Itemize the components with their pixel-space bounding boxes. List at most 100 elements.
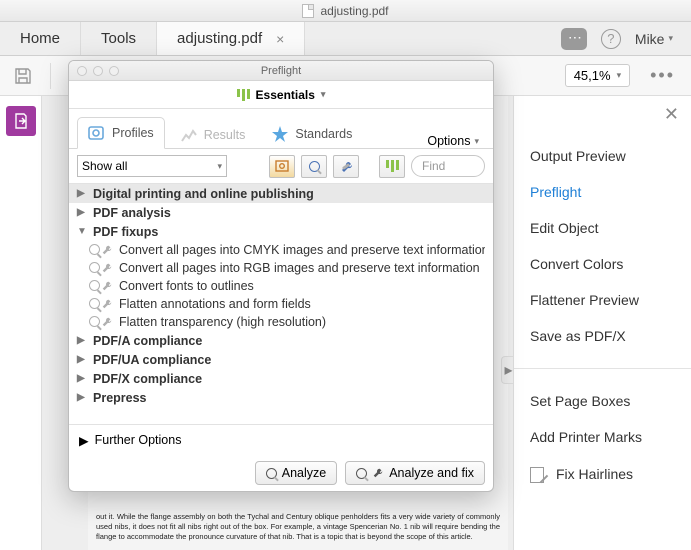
tool-convert-colors[interactable]: Convert Colors xyxy=(530,256,675,272)
tool-set-page-boxes[interactable]: Set Page Boxes xyxy=(530,393,675,409)
user-name: Mike xyxy=(635,31,665,47)
tree-group-label: Prepress xyxy=(93,391,147,405)
tab-home[interactable]: Home xyxy=(0,22,81,55)
tool-fix-hairlines-label: Fix Hairlines xyxy=(556,466,633,482)
document-text: out it. While the flange assembly on bot… xyxy=(96,512,500,542)
filter-checks-icon[interactable] xyxy=(301,155,327,178)
comment-icon[interactable] xyxy=(561,28,587,50)
tree-fixup-label: Convert fonts to outlines xyxy=(119,279,254,293)
fix-hairlines-icon xyxy=(530,465,548,483)
tree-fixup-item[interactable]: Convert fonts to outlines xyxy=(69,277,493,295)
options-label: Options xyxy=(427,134,470,148)
chevron-down-icon: ▼ xyxy=(77,226,87,237)
profile-tree[interactable]: ▶Digital printing and online publishing▶… xyxy=(69,183,493,425)
chevron-right-icon: ▶ xyxy=(79,433,89,448)
further-options-toggle[interactable]: ▶ Further Options xyxy=(69,425,493,455)
find-input[interactable]: Find xyxy=(411,155,485,177)
tree-group[interactable]: ▼ PDF fixups xyxy=(69,222,493,241)
divider xyxy=(514,368,691,369)
further-options-label: Further Options xyxy=(95,433,182,447)
wrench-icon xyxy=(340,160,352,172)
tab-standards-label: Standards xyxy=(295,127,352,141)
close-panel-icon[interactable]: ✕ xyxy=(664,104,679,125)
window-titlebar: adjusting.pdf xyxy=(0,0,691,22)
filter-variables-icon[interactable] xyxy=(379,155,405,178)
analyze-button[interactable]: Analyze xyxy=(255,461,337,485)
chevron-right-icon: ▶ xyxy=(77,354,87,365)
app-tabstrip: Home Tools adjusting.pdf × ? Mike ▾ xyxy=(0,22,691,56)
save-icon[interactable] xyxy=(10,63,36,89)
tree-group[interactable]: ▶PDF/UA compliance xyxy=(69,350,493,369)
preflight-tab-standards[interactable]: Standards xyxy=(262,118,363,149)
chevron-down-icon: ▾ xyxy=(321,89,326,100)
tool-save-pdfx[interactable]: Save as PDF/X xyxy=(530,328,675,344)
help-icon[interactable]: ? xyxy=(601,29,621,49)
chevron-down-icon: ▾ xyxy=(668,33,673,44)
tree-fixup-label: Convert all pages into RGB images and pr… xyxy=(119,261,480,275)
tab-tools[interactable]: Tools xyxy=(81,22,157,55)
chevron-right-icon: ▶ xyxy=(77,373,87,384)
magnifier-icon xyxy=(356,468,367,479)
results-icon xyxy=(180,127,198,143)
magnifier-icon xyxy=(309,161,320,172)
preflight-options-menu[interactable]: Options ▾ xyxy=(427,134,485,148)
more-icon[interactable]: ••• xyxy=(644,65,681,86)
magnifier-icon xyxy=(266,468,277,479)
tree-fixup-item[interactable]: Convert all pages into CMYK images and p… xyxy=(69,241,493,259)
fixup-icon xyxy=(89,262,113,274)
tree-group[interactable]: ▶ PDF/X compliance xyxy=(69,369,493,388)
tree-fixup-label: Flatten transparency (high resolution) xyxy=(119,315,326,329)
tool-fix-hairlines[interactable]: Fix Hairlines xyxy=(530,465,675,483)
filter-select[interactable]: Show all ▾ xyxy=(77,155,227,177)
chevron-down-icon: ▾ xyxy=(217,161,222,172)
export-pdf-icon[interactable] xyxy=(6,106,36,136)
tool-add-printer-marks[interactable]: Add Printer Marks xyxy=(530,429,675,445)
fixup-icon xyxy=(89,316,113,328)
standards-icon xyxy=(271,125,289,143)
tool-edit-object[interactable]: Edit Object xyxy=(530,220,675,236)
tab-file[interactable]: adjusting.pdf × xyxy=(157,22,305,55)
zoom-select[interactable]: 45,1% ▾ xyxy=(565,64,630,87)
tool-output-preview[interactable]: Output Preview xyxy=(530,148,675,164)
tree-fixup-item[interactable]: Convert all pages into RGB images and pr… xyxy=(69,259,493,277)
profiles-icon xyxy=(86,124,106,142)
tree-group-label: PDF fixups xyxy=(93,225,158,239)
chevron-down-icon: ▾ xyxy=(617,70,622,81)
tool-flattener-preview[interactable]: Flattener Preview xyxy=(530,292,675,308)
preflight-tab-results[interactable]: Results xyxy=(171,120,257,149)
chevron-right-icon: ▶ xyxy=(77,188,87,199)
preflight-titlebar[interactable]: Preflight xyxy=(69,61,493,81)
close-icon[interactable]: × xyxy=(276,31,284,47)
tool-preflight[interactable]: Preflight xyxy=(530,184,675,200)
library-selector[interactable]: Essentials ▾ xyxy=(226,85,337,105)
tree-group[interactable]: ▶Digital printing and online publishing xyxy=(69,184,493,203)
analyze-fix-label: Analyze and fix xyxy=(389,466,474,480)
document-icon xyxy=(302,4,314,18)
fixup-icon xyxy=(89,280,113,292)
tree-group[interactable]: ▶ Prepress xyxy=(69,388,493,407)
left-rail xyxy=(0,96,42,550)
preflight-dialog: Preflight Essentials ▾ Profiles Results … xyxy=(68,60,494,492)
tree-group[interactable]: ▶PDF analysis xyxy=(69,203,493,222)
tree-group[interactable]: ▶PDF/A compliance xyxy=(69,331,493,350)
tree-group-label: PDF/X compliance xyxy=(93,372,202,386)
analyze-fix-button[interactable]: Analyze and fix xyxy=(345,461,485,485)
tree-fixup-item[interactable]: Flatten annotations and form fields xyxy=(69,295,493,313)
tree-group-label: PDF/A compliance xyxy=(93,334,202,348)
filter-value: Show all xyxy=(82,159,127,173)
tab-tools-label: Tools xyxy=(101,30,136,47)
filter-fixups-icon[interactable] xyxy=(333,155,359,178)
user-menu[interactable]: Mike ▾ xyxy=(635,31,673,47)
tree-group-label: PDF analysis xyxy=(93,206,171,220)
tree-fixup-label: Convert all pages into CMYK images and p… xyxy=(119,243,485,257)
tools-panel: ✕ Output Preview Preflight Edit Object C… xyxy=(513,96,691,550)
bars-icon xyxy=(386,160,399,172)
tree-fixup-item[interactable]: Flatten transparency (high resolution) xyxy=(69,313,493,331)
find-placeholder: Find xyxy=(422,159,445,173)
preflight-tab-profiles[interactable]: Profiles xyxy=(77,117,165,149)
tree-fixup-label: Flatten annotations and form fields xyxy=(119,297,311,311)
tab-results-label: Results xyxy=(204,128,246,142)
chevron-right-icon: ▶ xyxy=(77,392,87,403)
filter-profiles-icon[interactable] xyxy=(269,155,295,178)
zoom-value: 45,1% xyxy=(574,68,611,83)
